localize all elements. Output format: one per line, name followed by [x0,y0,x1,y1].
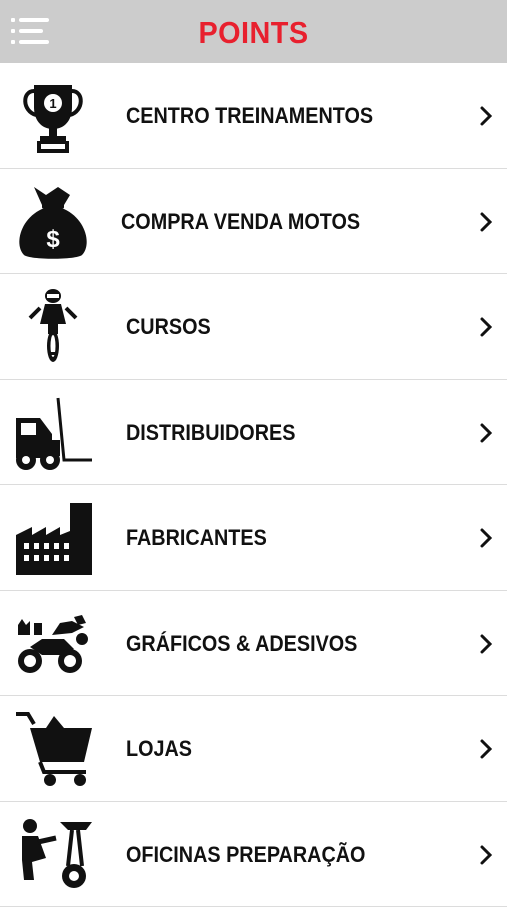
list-item-label: DISTRIBUIDORES [126,380,295,485]
shopping-cart-icon [12,710,94,788]
list-item-distribuidores[interactable]: DISTRIBUIDORES [0,380,507,486]
list-item-label: FABRICANTES [126,485,267,590]
chevron-right-icon [479,422,493,444]
svg-text:$: $ [46,226,60,253]
list-item-oficinas-preparacao[interactable]: OFICINAS PREPARAÇÃO [0,802,507,907]
chevron-right-icon [479,316,493,338]
motorcycle-graphics-icon [12,605,94,683]
list-item-label: OFICINAS PREPARAÇÃO [126,802,365,907]
list-item-compra-venda-motos[interactable]: $ COMPRA VENDA MOTOS [0,169,507,275]
chevron-right-icon [479,738,493,760]
chevron-right-icon [479,527,493,549]
motorcycle-rider-icon [12,288,94,366]
chevron-right-icon [479,633,493,655]
svg-text:1: 1 [49,96,56,111]
factory-icon [12,499,94,577]
list-item-label: CENTRO TREINAMENTOS [126,63,373,168]
list-item-fabricantes[interactable]: FABRICANTES [0,485,507,591]
list-item-label: GRÁFICOS & ADESIVOS [126,591,357,696]
list-item-label: LOJAS [126,696,192,801]
list-item-centro-treinamentos[interactable]: 1 CENTRO TREINAMENTOS [0,63,507,169]
forklift-icon [12,394,94,472]
chevron-right-icon [479,105,493,127]
list-item-label: CURSOS [126,274,211,379]
app-header: POINTS [0,0,507,63]
trophy-icon: 1 [12,77,94,155]
list-item-lojas[interactable]: LOJAS [0,696,507,802]
chevron-right-icon [479,844,493,866]
money-bag-icon: $ [12,183,94,261]
mechanic-icon [12,816,94,894]
list-item-label: COMPRA VENDA MOTOS [121,169,360,274]
points-category-list: 1 CENTRO TREINAMENTOS $ COMPRA VENDA MOT… [0,63,507,907]
list-item-cursos[interactable]: CURSOS [0,274,507,380]
list-item-graficos-adesivos[interactable]: GRÁFICOS & ADESIVOS [0,591,507,697]
chevron-right-icon [479,211,493,233]
page-title: POINTS [18,0,490,63]
